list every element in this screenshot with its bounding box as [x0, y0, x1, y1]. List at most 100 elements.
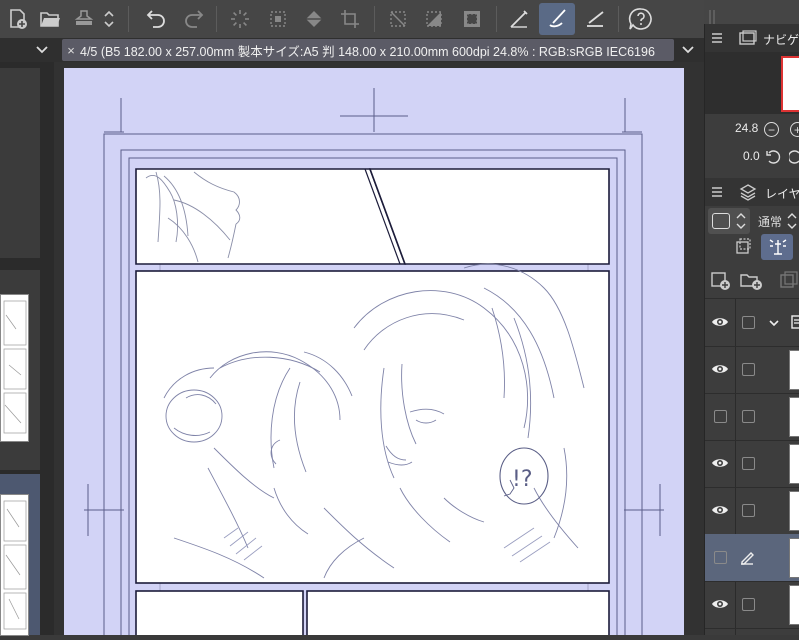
- lock-checkbox[interactable]: [742, 504, 755, 517]
- help-icon[interactable]: [625, 3, 657, 35]
- layer-row[interactable]: [705, 299, 799, 347]
- layer-actions-row: [705, 264, 799, 299]
- rotate-left-icon[interactable]: [765, 149, 781, 165]
- draft-layer-toggle[interactable]: [761, 234, 793, 260]
- left-panel: [0, 62, 54, 636]
- lock-checkbox[interactable]: [742, 363, 755, 376]
- navigator-frame[interactable]: [781, 56, 799, 112]
- toolbar-separator: [128, 6, 129, 32]
- fill-selection-icon[interactable]: [418, 3, 450, 35]
- panel-1: [135, 168, 407, 265]
- chevron-down-icon[interactable]: [32, 41, 52, 59]
- edit-pen-icon[interactable]: [739, 549, 755, 565]
- layer-thumbnail: [789, 585, 799, 625]
- canvas-area[interactable]: !?: [54, 62, 704, 635]
- navigator-title: ナビゲ: [763, 33, 799, 47]
- new-layer-icon[interactable]: [710, 270, 732, 292]
- layer-color-select[interactable]: [708, 208, 750, 234]
- panel-5: [306, 590, 610, 635]
- eye-icon[interactable]: [711, 595, 729, 613]
- layer-thumbnail: [789, 444, 799, 484]
- document-tab[interactable]: × 4/5 (B5 182.00 x 257.00mm 製本サイズ:A5 判 1…: [62, 39, 674, 61]
- transform-icon[interactable]: [262, 3, 294, 35]
- page-thumbnail-current[interactable]: [0, 494, 29, 636]
- toolbar-separator: [618, 6, 619, 32]
- undo-icon[interactable]: [140, 3, 172, 35]
- lighthouse-icon: [769, 239, 787, 255]
- tabs-menu-chevron-icon[interactable]: [678, 41, 698, 59]
- comic-panels: [135, 168, 610, 635]
- ruler-icon[interactable]: [503, 3, 535, 35]
- layer-thumbnail: [789, 491, 799, 531]
- stamp-icon[interactable]: [68, 3, 100, 35]
- lock-checkbox[interactable]: [742, 410, 755, 423]
- page-list: [0, 270, 40, 470]
- spin-icon[interactable]: [100, 3, 118, 35]
- folder-expand-icon[interactable]: [768, 317, 780, 329]
- menu-icon[interactable]: [711, 32, 723, 44]
- panel-4: [135, 590, 304, 635]
- menu-icon[interactable]: [711, 186, 723, 198]
- folder-icon: [791, 315, 799, 329]
- clear-selection-icon[interactable]: [382, 3, 414, 35]
- toolbar-separator: [374, 6, 375, 32]
- fill-icon[interactable]: [298, 3, 330, 35]
- layer-thumbnail: [789, 350, 799, 390]
- manga-page[interactable]: !?: [64, 68, 684, 635]
- navigator-preview[interactable]: [705, 52, 799, 114]
- visibility-checkbox[interactable]: [714, 551, 727, 564]
- reference-layer-icon[interactable]: [735, 238, 751, 256]
- page-artwork: !?: [84, 88, 664, 635]
- toolbar-separator: [216, 6, 217, 32]
- page-list-selected: [0, 474, 40, 636]
- zoom-out-button[interactable]: −: [764, 122, 779, 137]
- layer-panel-header: レイヤ: [705, 178, 799, 206]
- layer-thumbnail: [789, 538, 799, 578]
- toolbar-separator: [496, 6, 497, 32]
- layer-row[interactable]: [705, 581, 799, 629]
- layer-thumbnail: [789, 397, 799, 437]
- layer-row[interactable]: [705, 487, 799, 535]
- layer-row[interactable]: [705, 534, 799, 582]
- invert-selection-icon[interactable]: [456, 3, 488, 35]
- eye-icon[interactable]: [711, 313, 729, 331]
- navigator-header: ナビゲ: [705, 24, 799, 52]
- layer-row[interactable]: [705, 440, 799, 488]
- sketch-mark: !?: [512, 467, 533, 492]
- layer-row[interactable]: [705, 393, 799, 441]
- zoom-in-button[interactable]: +: [790, 122, 799, 137]
- new-folder-icon[interactable]: [739, 270, 763, 292]
- blend-mode-spinner-icon[interactable]: [786, 209, 798, 233]
- rotate-right-icon[interactable]: [789, 149, 799, 165]
- page-thumbnail[interactable]: [0, 294, 29, 442]
- layers-icon: [739, 184, 757, 201]
- lock-checkbox[interactable]: [742, 457, 755, 470]
- panel-3: [135, 270, 610, 584]
- close-tab-icon[interactable]: ×: [62, 43, 80, 58]
- line-icon[interactable]: [579, 3, 611, 35]
- navigator-icon: [739, 30, 757, 45]
- redo-icon[interactable]: [178, 3, 210, 35]
- loading-icon[interactable]: [224, 3, 256, 35]
- main-toolbar: [0, 0, 704, 39]
- eye-icon[interactable]: [711, 360, 729, 378]
- eye-icon[interactable]: [711, 501, 729, 519]
- document-tab-title: 4/5 (B5 182.00 x 257.00mm 製本サイズ:A5 判 148…: [80, 44, 655, 59]
- lock-checkbox[interactable]: [742, 598, 755, 611]
- open-folder-icon[interactable]: [34, 3, 66, 35]
- visibility-checkbox[interactable]: [714, 410, 727, 423]
- lock-checkbox[interactable]: [742, 316, 755, 329]
- blend-mode[interactable]: 通常: [758, 213, 782, 230]
- crop-icon[interactable]: [334, 3, 366, 35]
- document-tab-bar: × 4/5 (B5 182.00 x 257.00mm 製本サイズ:A5 判 1…: [0, 38, 704, 62]
- layer-row[interactable]: [705, 346, 799, 394]
- left-panel-block: [0, 68, 40, 258]
- layer-panel-title: レイヤ: [765, 187, 799, 201]
- eye-icon[interactable]: [711, 454, 729, 472]
- brush-icon[interactable]: [539, 3, 575, 35]
- panel-2: [368, 168, 610, 265]
- new-page-icon[interactable]: [2, 3, 34, 35]
- rotation-value: 0.0: [743, 149, 760, 163]
- duplicate-layer-icon[interactable]: [778, 270, 799, 292]
- right-panel-dock: ナビゲ 24.8 − + 0.0 レイヤ 通常: [704, 24, 799, 635]
